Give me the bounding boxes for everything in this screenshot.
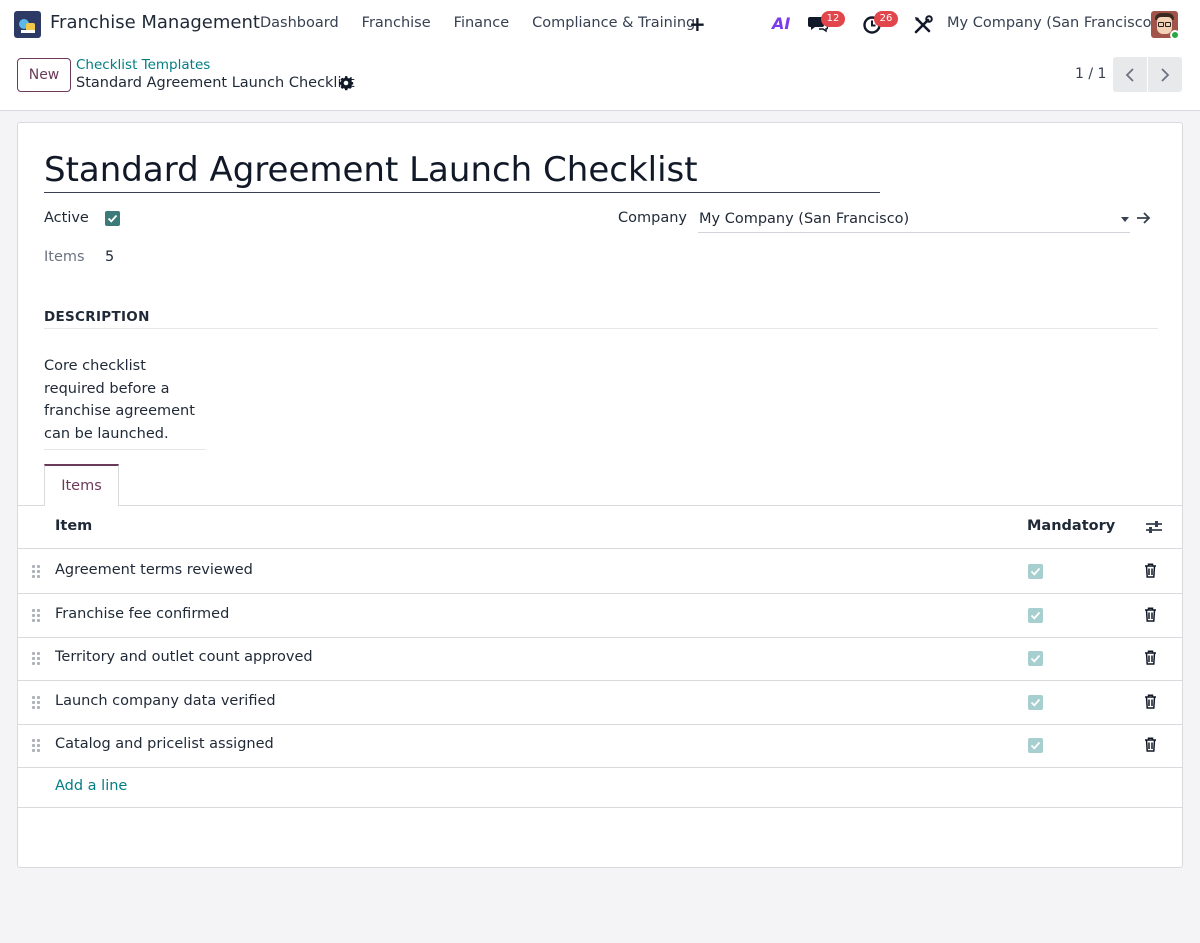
app-title[interactable]: Franchise Management — [50, 12, 260, 33]
items-count-value: 5 — [105, 249, 115, 265]
trash-icon[interactable] — [1144, 650, 1157, 665]
item-name[interactable]: Catalog and pricelist assigned — [55, 736, 274, 752]
check-icon — [1030, 567, 1041, 576]
messages-badge: 12 — [821, 11, 845, 27]
plus-icon[interactable]: + — [689, 12, 706, 36]
column-header-mandatory[interactable]: Mandatory — [1027, 518, 1115, 534]
mandatory-checkbox[interactable] — [1028, 564, 1043, 579]
form-sheet: Standard Agreement Launch Checklist Acti… — [17, 122, 1183, 868]
mandatory-checkbox[interactable] — [1028, 738, 1043, 753]
company-value[interactable]: My Company (San Francisco) — [699, 211, 909, 227]
ai-icon[interactable]: AI — [772, 14, 790, 33]
check-icon — [1030, 654, 1041, 663]
description-heading: DESCRIPTION — [44, 309, 150, 325]
breadcrumb-current: Standard Agreement Launch Checklist — [76, 75, 355, 91]
chevron-left-icon — [1125, 67, 1134, 82]
presence-status — [1170, 30, 1180, 40]
check-icon — [107, 214, 118, 223]
active-label: Active — [44, 210, 89, 226]
record-title-input[interactable]: Standard Agreement Launch Checklist — [44, 147, 880, 193]
top-navbar: Franchise Management Dashboard Franchise… — [0, 0, 1200, 48]
mandatory-checkbox[interactable] — [1028, 608, 1043, 623]
new-button[interactable]: New — [17, 58, 71, 92]
ai-label: AI — [772, 14, 791, 33]
item-name[interactable]: Agreement terms reviewed — [55, 562, 253, 578]
menu-item-franchise[interactable]: Franchise — [362, 15, 431, 31]
pager-next-button[interactable] — [1148, 57, 1182, 92]
tools-icon[interactable] — [912, 14, 934, 36]
menu-item-finance[interactable]: Finance — [454, 15, 509, 31]
item-name[interactable]: Franchise fee confirmed — [55, 606, 229, 622]
external-arrow-icon[interactable] — [1136, 211, 1152, 225]
description-field[interactable]: Core checklist required before a franchi… — [44, 355, 206, 450]
pager-value[interactable]: 1 / 1 — [1075, 66, 1106, 82]
menu-item-dashboard[interactable]: Dashboard — [260, 15, 339, 31]
check-icon — [1030, 611, 1041, 620]
table-row[interactable]: Launch company data verified — [18, 681, 1182, 725]
trash-icon[interactable] — [1144, 607, 1157, 622]
active-checkbox[interactable] — [105, 211, 120, 226]
table-row[interactable]: Catalog and pricelist assigned — [18, 724, 1182, 768]
drag-handle-icon[interactable] — [32, 565, 40, 579]
main-menu: Dashboard Franchise Finance Compliance &… — [260, 15, 718, 31]
item-name[interactable]: Territory and outlet count approved — [55, 649, 313, 665]
column-header-item[interactable]: Item — [55, 518, 92, 534]
trash-icon[interactable] — [1144, 694, 1157, 709]
add-line-link[interactable]: Add a line — [55, 778, 127, 794]
app-icon[interactable] — [14, 11, 41, 38]
trash-icon[interactable] — [1144, 737, 1157, 752]
company-switcher[interactable]: My Company (San Francisco) — [947, 15, 1157, 31]
control-panel: New Checklist Templates Standard Agreeme… — [0, 48, 1200, 111]
section-divider — [44, 328, 1158, 329]
company-label: Company — [618, 210, 687, 226]
drag-handle-icon[interactable] — [32, 652, 40, 666]
table-row[interactable]: Franchise fee confirmed — [18, 594, 1182, 638]
trash-icon[interactable] — [1144, 563, 1157, 578]
mandatory-checkbox[interactable] — [1028, 695, 1043, 710]
gear-icon[interactable] — [338, 75, 354, 91]
mandatory-checkbox[interactable] — [1028, 651, 1043, 666]
table-row[interactable]: Agreement terms reviewed — [18, 550, 1182, 594]
table-row[interactable]: Territory and outlet count approved — [18, 637, 1182, 681]
items-table-header: Item Mandatory — [18, 506, 1182, 549]
drag-handle-icon[interactable] — [32, 739, 40, 753]
breadcrumb-parent[interactable]: Checklist Templates — [76, 57, 210, 73]
item-name[interactable]: Launch company data verified — [55, 693, 276, 709]
table-bottom-divider — [18, 807, 1182, 808]
chevron-right-icon — [1161, 67, 1170, 82]
items-count-label: Items — [44, 249, 85, 265]
activities-badge: 26 — [874, 11, 898, 27]
optional-columns-icon[interactable] — [1145, 519, 1163, 535]
caret-down-icon[interactable] — [1121, 217, 1129, 222]
menu-item-compliance-training[interactable]: Compliance & Training — [532, 15, 695, 31]
pager-previous-button[interactable] — [1113, 57, 1147, 92]
tab-items[interactable]: Items — [44, 464, 119, 506]
drag-handle-icon[interactable] — [32, 696, 40, 710]
drag-handle-icon[interactable] — [32, 609, 40, 623]
check-icon — [1030, 741, 1041, 750]
check-icon — [1030, 698, 1041, 707]
